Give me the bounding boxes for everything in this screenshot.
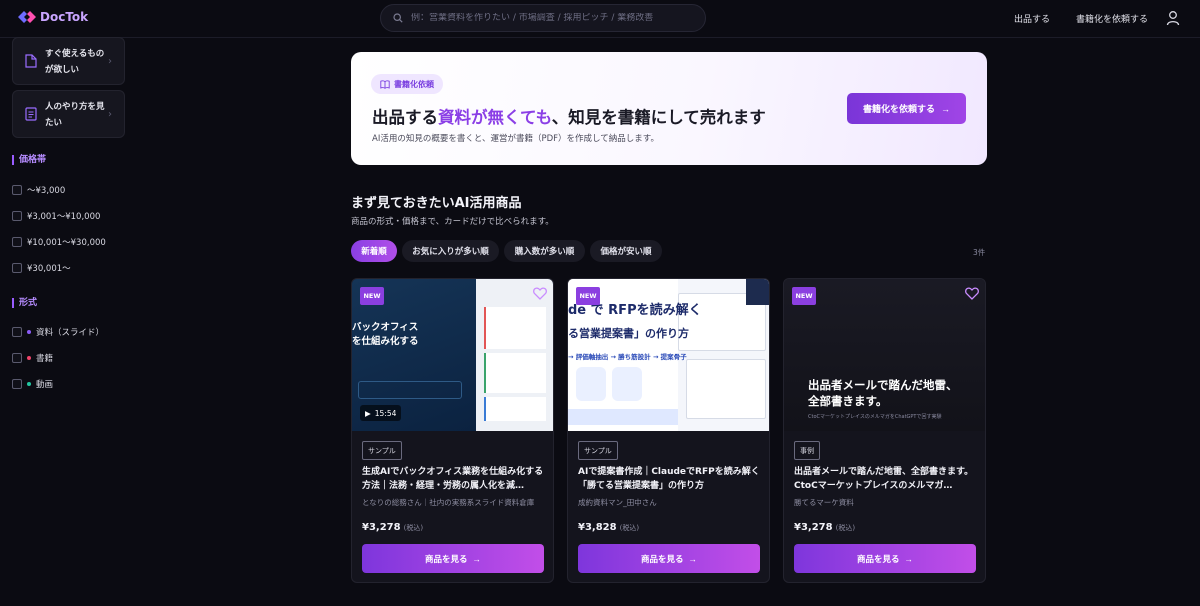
chevron-right-icon: › (108, 56, 112, 67)
sort-purchases[interactable]: 購入数が多い順 (504, 240, 585, 262)
checkbox[interactable] (12, 185, 22, 195)
product-seller: 成約資料マン_田中さん (578, 498, 657, 507)
product-thumbnail[interactable]: バックオフィス を仕組み化する NEW ▶ 15:54 (352, 279, 553, 431)
heart-icon[interactable] (965, 287, 979, 300)
product-tag: 事例 (794, 441, 820, 460)
search-icon (393, 13, 403, 23)
checkbox[interactable] (12, 353, 22, 363)
checkbox[interactable] (12, 379, 22, 389)
thumb-text: 全部書きます。 (808, 394, 888, 408)
view-product-button[interactable]: 商品を見る → (794, 544, 976, 573)
thumb-text: CtoCマーケットプレイスのメルマガをChatGPTで回す実験 (808, 414, 942, 420)
format-filter-title: 形式 (12, 298, 37, 308)
book-icon (380, 79, 390, 89)
thumb-text: バックオフィス (352, 322, 419, 333)
product-price: ¥3,278 (税込) (362, 522, 424, 533)
format-dot (27, 382, 31, 386)
quick-use-label: すぐ使えるものが欲しい (45, 49, 105, 75)
arrow-right-icon: → (472, 553, 482, 564)
arrow-right-icon: → (941, 103, 950, 114)
user-icon[interactable] (1166, 10, 1180, 26)
price-filter-title: 価格帯 (12, 155, 46, 165)
sort-newest[interactable]: 新着順 (351, 240, 397, 262)
product-price: ¥3,828 (税込) (578, 522, 640, 533)
arrow-right-icon: → (688, 553, 698, 564)
product-card[interactable]: バックオフィス を仕組み化する NEW ▶ 15:54 サンプル 生成AIでバッ… (351, 278, 554, 583)
product-tag: サンプル (578, 441, 618, 460)
search-box[interactable] (380, 4, 706, 32)
chevron-right-icon: › (108, 109, 112, 120)
format-dot (27, 330, 31, 334)
product-price: ¥3,278 (税込) (794, 522, 856, 533)
product-card[interactable]: 出品者メールで踏んだ地雷、 全部書きます。 CtoCマーケットプレイスのメルマガ… (783, 278, 986, 583)
thumb-text: → 評価軸抽出 → 勝ち筋設計 → 提案骨子 (568, 353, 687, 361)
thumb-text: を仕組み化する (352, 336, 419, 347)
price-option-1[interactable]: 〜¥3,000 (12, 184, 65, 196)
book-request-badge: 書籍化依頼 (371, 74, 443, 94)
see-methods-card[interactable]: 人のやり方を見たい › (12, 90, 125, 138)
hero-subtitle: AI活用の知見の概要を書くと、運営が書籍（PDF）を作成して納品します。 (372, 134, 659, 144)
product-title[interactable]: 生成AIでバックオフィス業務を仕組み化する方法｜法務・経理・労務の属人化を減… (362, 465, 546, 493)
sort-price-low[interactable]: 価格が安い順 (590, 240, 662, 262)
new-badge: NEW (360, 287, 384, 305)
checkbox[interactable] (12, 263, 22, 273)
section-subtitle: 商品の形式・価格まで、カードだけで比べられます。 (351, 217, 554, 227)
list-document-icon (25, 107, 37, 121)
checkbox[interactable] (12, 211, 22, 221)
view-product-button[interactable]: 商品を見る → (578, 544, 760, 573)
thumb-text: 出品者メールで踏んだ地雷、 (808, 378, 958, 392)
format-option-video[interactable]: 動画 (12, 378, 53, 390)
product-tag: サンプル (362, 441, 402, 460)
price-option-4[interactable]: ¥30,001〜 (12, 262, 71, 274)
sort-favorites[interactable]: お気に入りが多い順 (402, 240, 499, 262)
view-product-button[interactable]: 商品を見る → (362, 544, 544, 573)
see-methods-label: 人のやり方を見たい (45, 102, 105, 128)
new-badge: NEW (792, 287, 816, 305)
product-title[interactable]: AIで提案書作成｜ClaudeでRFPを読み解く「勝てる営業提案書」の作り方 (578, 465, 762, 493)
product-card[interactable]: de で RFPを読み解く る営業提案書」の作り方 → 評価軸抽出 → 勝ち筋設… (567, 278, 770, 583)
book-request-banner: 書籍化依頼 出品する資料が無くても、知見を書籍にして売れます AI活用の知見の概… (351, 52, 987, 165)
logo[interactable]: DocTok (18, 10, 88, 24)
new-badge: NEW (576, 287, 600, 305)
product-seller: となりの総務さん｜社内の実務系スライド資料倉庫 (362, 498, 535, 507)
nav-request-link[interactable]: 書籍化を依頼する (1076, 12, 1148, 25)
logo-text: DocTok (40, 10, 89, 24)
logo-icon (18, 11, 36, 23)
document-icon (25, 54, 37, 68)
format-option-slides[interactable]: 資料（スライド） (12, 326, 104, 338)
search-input[interactable] (411, 13, 691, 23)
format-option-book[interactable]: 書籍 (12, 352, 53, 364)
product-seller: 勝てるマーケ資料 (794, 498, 854, 507)
checkbox[interactable] (12, 237, 22, 247)
result-count: 3件 (973, 248, 986, 257)
product-thumbnail[interactable]: de で RFPを読み解く る営業提案書」の作り方 → 評価軸抽出 → 勝ち筋設… (568, 279, 769, 431)
video-duration: ▶ 15:54 (360, 405, 402, 421)
heart-icon[interactable] (533, 287, 547, 300)
product-thumbnail[interactable]: 出品者メールで踏んだ地雷、 全部書きます。 CtoCマーケットプレイスのメルマガ… (784, 279, 985, 431)
thumb-text: る営業提案書」の作り方 (568, 327, 689, 340)
price-option-3[interactable]: ¥10,001〜¥30,000 (12, 236, 106, 248)
request-book-button[interactable]: 書籍化を依頼する → (847, 93, 966, 124)
quick-use-card[interactable]: すぐ使えるものが欲しい › (12, 37, 125, 85)
play-icon: ▶ (365, 408, 371, 418)
hero-title: 出品する資料が無くても、知見を書籍にして売れます (372, 108, 766, 127)
product-title[interactable]: 出品者メールで踏んだ地雷、全部書きます。CtoCマーケットプレイスのメルマガ… (794, 465, 978, 493)
checkbox[interactable] (12, 327, 22, 337)
nav-sell-link[interactable]: 出品する (1014, 12, 1050, 25)
price-option-2[interactable]: ¥3,001〜¥10,000 (12, 210, 100, 222)
section-title: まず見ておきたいAI活用商品 (351, 196, 522, 211)
format-dot (27, 356, 31, 360)
app-header: DocTok 出品する 書籍化を依頼する (0, 0, 1200, 38)
arrow-right-icon: → (904, 553, 914, 564)
